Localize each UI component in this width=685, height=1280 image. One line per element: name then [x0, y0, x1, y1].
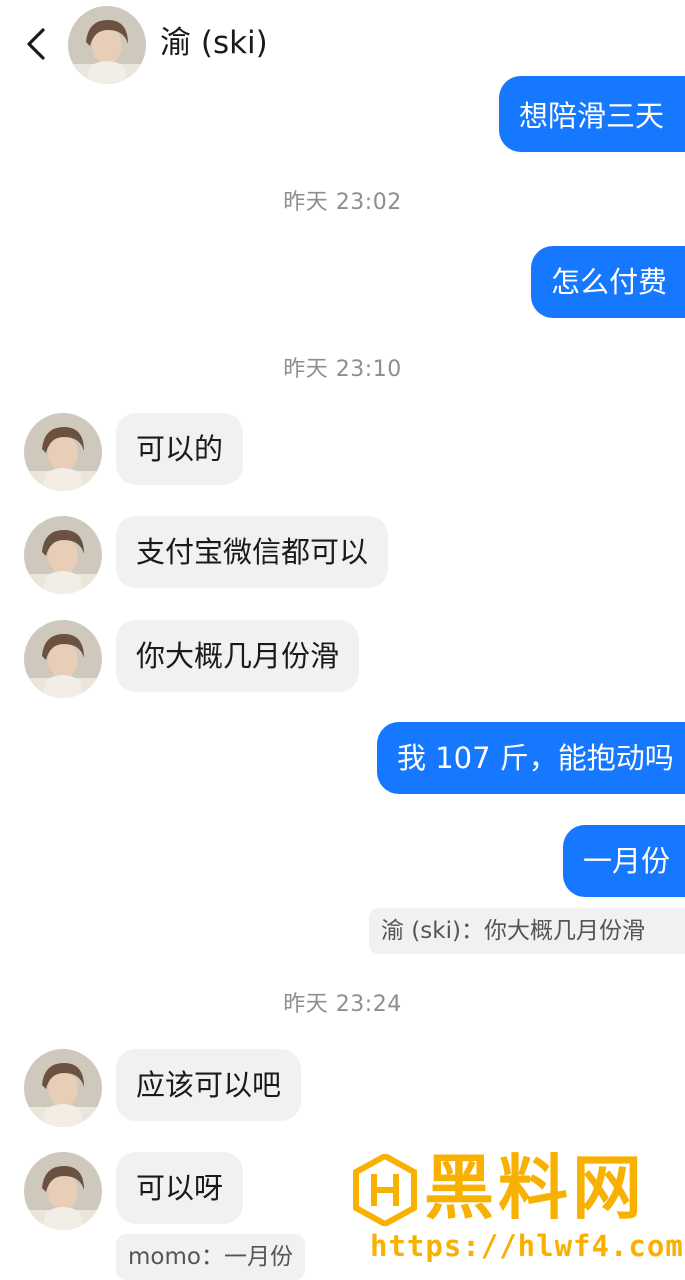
sender-avatar[interactable]: [24, 1049, 102, 1127]
incoming-message[interactable]: 应该可以吧: [116, 1049, 302, 1121]
incoming-message[interactable]: 支付宝微信都可以: [116, 516, 389, 588]
watermark-logo-icon: [353, 1154, 417, 1226]
incoming-message[interactable]: 可以呀: [116, 1152, 244, 1224]
quote-text: momo：一月份: [128, 1244, 293, 1270]
message-text: 一月份: [583, 844, 671, 878]
watermark-title: 黑料网: [424, 1147, 646, 1229]
sender-avatar[interactable]: [24, 516, 102, 594]
message-text: 怎么付费: [551, 265, 668, 299]
message-text: 可以的: [136, 432, 224, 466]
timestamp: 昨天 23:24: [283, 992, 402, 1017]
quoted-reply[interactable]: 渝 (ski)：你大概几月份滑: [369, 908, 685, 954]
outgoing-message[interactable]: 怎么付费: [531, 246, 685, 318]
outgoing-message[interactable]: 我 107 斤，能抱动吗: [377, 722, 685, 794]
watermark-url: https://hlwf4.com: [370, 1229, 684, 1263]
message-text: 应该可以吧: [136, 1068, 282, 1102]
sender-avatar[interactable]: [24, 1152, 102, 1230]
timestamp: 昨天 23:02: [283, 190, 402, 215]
sender-avatar[interactable]: [24, 620, 102, 698]
message-text: 想陪滑三天: [519, 99, 665, 133]
message-text: 可以呀: [136, 1171, 224, 1205]
message-text: 你大概几月份滑: [136, 639, 340, 673]
message-text: 我 107 斤，能抱动吗: [397, 741, 674, 775]
quoted-reply[interactable]: momo：一月份: [116, 1234, 305, 1280]
sender-avatar[interactable]: [24, 413, 102, 491]
incoming-message[interactable]: 你大概几月份滑: [116, 620, 360, 692]
incoming-message[interactable]: 可以的: [116, 413, 244, 485]
message-text: 支付宝微信都可以: [136, 535, 369, 569]
timestamp: 昨天 23:10: [283, 357, 402, 382]
outgoing-message[interactable]: 一月份: [563, 825, 685, 897]
quote-text: 渝 (ski)：你大概几月份滑: [381, 918, 645, 944]
watermark: 黑料网 https://hlwf4.com: [352, 1148, 683, 1274]
